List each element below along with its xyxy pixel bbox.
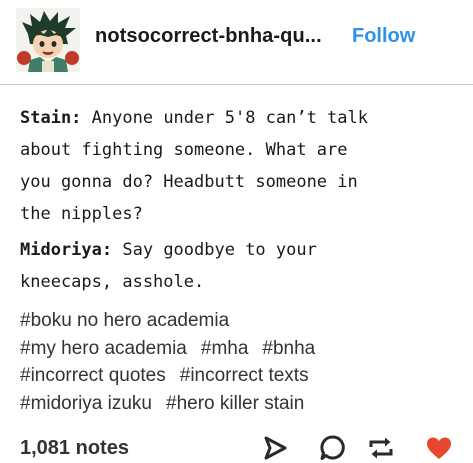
quote-midoriya: Midoriya: Say goodbye to your kneecaps, … [20, 234, 460, 298]
tag-link[interactable]: #midoriya izuku [20, 393, 152, 414]
header-divider [0, 84, 473, 85]
quote-stain: Stain: Anyone under 5'8 can’t talk about… [20, 102, 460, 230]
notes-count[interactable]: 1,081 notes [20, 437, 129, 460]
tag-link[interactable]: #mha [201, 338, 249, 359]
quote-line: you gonna do? Headbutt someone in [20, 172, 358, 192]
tag-row: #boku no hero academia [20, 307, 460, 335]
tag-link[interactable]: #my hero academia [20, 338, 187, 359]
quote-line: Midoriya: Say goodbye to your [20, 234, 460, 266]
tag-list: #boku no hero academia #my hero academia… [20, 307, 460, 417]
speaker-name: Midoriya: [20, 240, 113, 260]
tag-row: #midoriya izuku #hero killer stain [20, 390, 460, 418]
quote-line: kneecaps, asshole. [20, 272, 205, 292]
post-footer: 1,081 notes [0, 425, 473, 463]
tag-row: #my hero academia #mha #bnha [20, 335, 460, 363]
follow-button[interactable]: Follow [352, 25, 415, 48]
tag-link[interactable]: #incorrect quotes [20, 365, 166, 386]
quote-text: Say goodbye to your [122, 240, 317, 260]
quote-line: about fighting someone. What are [20, 140, 348, 160]
reblog-icon[interactable] [366, 433, 396, 463]
tag-link[interactable]: #bnha [262, 338, 315, 359]
tag-link[interactable]: #boku no hero academia [20, 310, 229, 331]
blog-name[interactable]: notsocorrect-bnha-qu... [95, 25, 322, 48]
quote-text: Anyone under 5'8 can’t talk [91, 108, 369, 128]
quote-line: Stain: Anyone under 5'8 can’t talk [20, 102, 460, 134]
tumblr-post: notsocorrect-bnha-qu... Follow Stain: An… [0, 0, 473, 463]
avatar[interactable] [16, 8, 80, 72]
like-icon[interactable] [424, 433, 454, 463]
quote-line: the nipples? [20, 204, 143, 224]
post-header: notsocorrect-bnha-qu... Follow [0, 0, 473, 80]
speaker-name: Stain: [20, 108, 82, 128]
tag-row: #incorrect quotes #incorrect texts [20, 362, 460, 390]
tag-link[interactable]: #hero killer stain [166, 393, 304, 414]
deku-avatar-icon [16, 8, 80, 72]
tag-link[interactable]: #incorrect texts [180, 365, 309, 386]
reply-icon[interactable] [318, 433, 348, 463]
share-icon[interactable] [260, 433, 290, 463]
